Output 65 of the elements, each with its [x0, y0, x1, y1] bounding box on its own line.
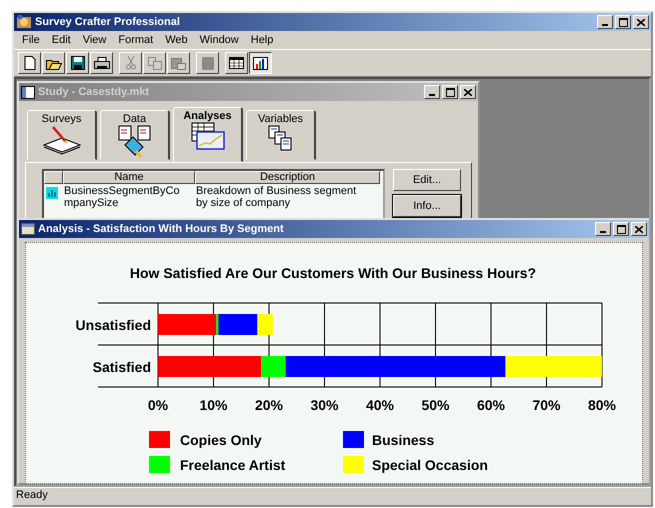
status-text: Ready [16, 489, 48, 502]
spreadsheet-chart-icon [190, 122, 224, 150]
axis-tick-label: 40% [366, 397, 394, 413]
book-icon [21, 86, 35, 98]
clipboard-icon[interactable] [167, 52, 190, 74]
menu-item[interactable]: Format [112, 34, 160, 46]
axis-tick-label: 10% [199, 397, 228, 413]
legend-label: Special Occasion [372, 457, 488, 473]
axis-tick-label: 0% [148, 397, 168, 413]
column-header[interactable]: Name [63, 171, 195, 184]
legend-label: Freelance Artist [180, 457, 286, 473]
table-cell-text: Breakdown of Business segment by size of company [196, 185, 358, 209]
copy-icon[interactable] [143, 52, 166, 74]
close-button[interactable] [633, 15, 649, 29]
documents-disk-icon [118, 125, 152, 159]
tab[interactable]: Variables [246, 110, 316, 160]
chart-icon [46, 187, 58, 199]
stop-icon[interactable] [196, 52, 219, 74]
category-label: Unsatisfied [76, 317, 151, 333]
axis-tick-label: 80% [588, 397, 616, 413]
printer-icon[interactable] [90, 52, 113, 74]
scissors-icon[interactable] [119, 52, 142, 74]
close-icon [637, 18, 645, 26]
stacked-documents-icon [268, 125, 294, 151]
menu-item[interactable]: Edit [46, 34, 77, 46]
chart-window-icon [21, 223, 35, 235]
maximize-button[interactable] [613, 222, 629, 236]
legend-label: Business [372, 432, 434, 448]
maximize-button[interactable] [615, 15, 631, 29]
pencil-paper-icon [40, 125, 82, 155]
minimize-button[interactable] [597, 15, 613, 29]
menu-item[interactable]: View [76, 34, 112, 46]
chart-icon[interactable] [249, 52, 272, 74]
category-label: Satisfied [92, 359, 151, 375]
axis-tick-label: 30% [310, 397, 339, 413]
window-title: Analysis - Satisfaction With Hours By Segment [38, 223, 284, 235]
menu-item[interactable]: Help [244, 34, 280, 46]
tab[interactable]: Data [100, 110, 170, 160]
close-button[interactable] [631, 222, 647, 236]
axis-tick-label: 20% [254, 397, 284, 413]
legend-label: Copies Only [180, 432, 262, 448]
axis-tick-label: 70% [532, 397, 561, 413]
axis-tick-label: 60% [476, 397, 506, 413]
app-logo-icon [16, 15, 32, 29]
window-title: Survey Crafter Professional [35, 16, 180, 28]
dialog-button[interactable]: Info... [393, 195, 461, 217]
column-header[interactable]: Description [195, 171, 380, 184]
close-icon [464, 88, 472, 96]
chart-title: How Satisfied Are Our Customers With Our Business Hours? [130, 265, 536, 281]
table-cell[interactable]: BusinessSegmentByCo mpanySize [64, 185, 196, 209]
dialog-button[interactable]: Edit... [393, 169, 461, 191]
save-icon[interactable] [66, 52, 89, 74]
window-title: Study - Casestdy.mkt [38, 86, 150, 98]
table-icon[interactable] [225, 52, 248, 74]
new-file-icon[interactable] [18, 52, 41, 74]
menu-item[interactable]: File [16, 34, 46, 46]
folder-icon[interactable] [42, 52, 65, 74]
column-header[interactable] [44, 171, 63, 184]
menu-item[interactable]: Web [159, 34, 194, 46]
menu-item[interactable]: Window [194, 34, 245, 46]
tab[interactable]: Surveys [27, 110, 97, 160]
tab[interactable]: Analyses [173, 107, 243, 162]
minimize-button[interactable] [595, 222, 611, 236]
close-icon [635, 226, 643, 232]
axis-tick-label: 50% [421, 397, 450, 413]
